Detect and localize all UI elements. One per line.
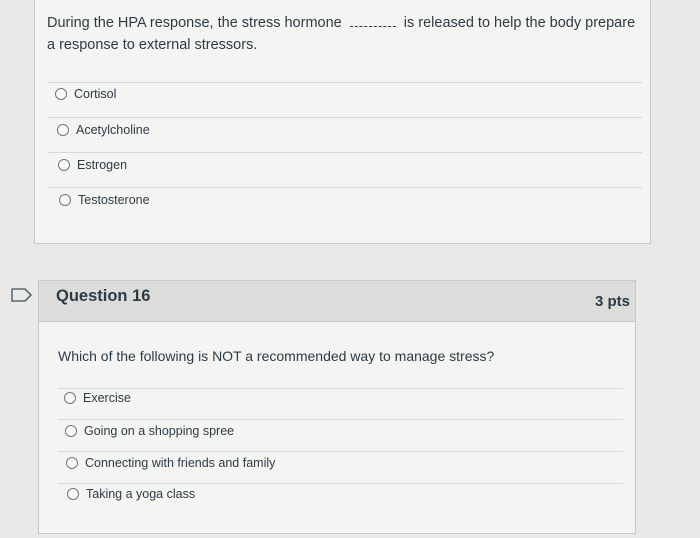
- answer-label: Acetylcholine: [76, 123, 150, 137]
- divider: [47, 117, 642, 118]
- question-points: 3 pts: [594, 293, 630, 310]
- divider: [47, 187, 642, 188]
- question-card-15: During the HPA response, the stress horm…: [34, 0, 651, 244]
- answer-option-testosterone[interactable]: Testosterone: [59, 193, 150, 207]
- divider: [58, 419, 623, 420]
- divider: [58, 483, 623, 484]
- radio-circle-icon[interactable]: [59, 194, 71, 206]
- question-prompt: Which of the following is NOT a recommen…: [58, 348, 495, 364]
- answer-option-yoga-class[interactable]: Taking a yoga class: [67, 487, 195, 501]
- question-card-16: Question 16 3 pts Which of the following…: [38, 280, 636, 534]
- radio-circle-icon[interactable]: [58, 159, 70, 171]
- divider: [47, 82, 642, 83]
- answer-label: Cortisol: [74, 87, 117, 101]
- radio-circle-icon[interactable]: [65, 425, 77, 437]
- answer-option-acetylcholine[interactable]: Acetylcholine: [57, 123, 150, 137]
- answer-option-friends-family[interactable]: Connecting with friends and family: [66, 456, 275, 470]
- radio-circle-icon[interactable]: [57, 124, 69, 136]
- answer-label: Going on a shopping spree: [84, 424, 235, 438]
- radio-circle-icon[interactable]: [67, 488, 79, 500]
- radio-circle-icon[interactable]: [55, 88, 67, 100]
- answer-label: Connecting with friends and family: [85, 456, 276, 470]
- radio-circle-icon[interactable]: [64, 392, 76, 404]
- question-prompt: During the HPA response, the stress horm…: [47, 12, 642, 56]
- answer-label: Taking a yoga class: [86, 487, 196, 501]
- divider: [58, 451, 623, 452]
- answer-option-shopping-spree[interactable]: Going on a shopping spree: [65, 424, 234, 438]
- divider: [58, 388, 623, 389]
- answer-option-estrogen[interactable]: Estrogen: [58, 158, 127, 172]
- question-header: Question 16 3 pts: [39, 281, 635, 322]
- prompt-text-before: During the HPA response, the stress horm…: [47, 15, 342, 31]
- answer-label: Exercise: [83, 391, 131, 405]
- bookmark-flag-icon[interactable]: [11, 288, 33, 302]
- divider: [47, 152, 642, 153]
- fill-blank: [349, 16, 396, 27]
- question-title: Question 16: [56, 287, 151, 305]
- answer-option-exercise[interactable]: Exercise: [64, 391, 131, 405]
- radio-circle-icon[interactable]: [66, 457, 78, 469]
- answer-option-cortisol[interactable]: Cortisol: [55, 87, 116, 101]
- answer-label: Testosterone: [78, 193, 150, 207]
- answer-label: Estrogen: [77, 158, 128, 172]
